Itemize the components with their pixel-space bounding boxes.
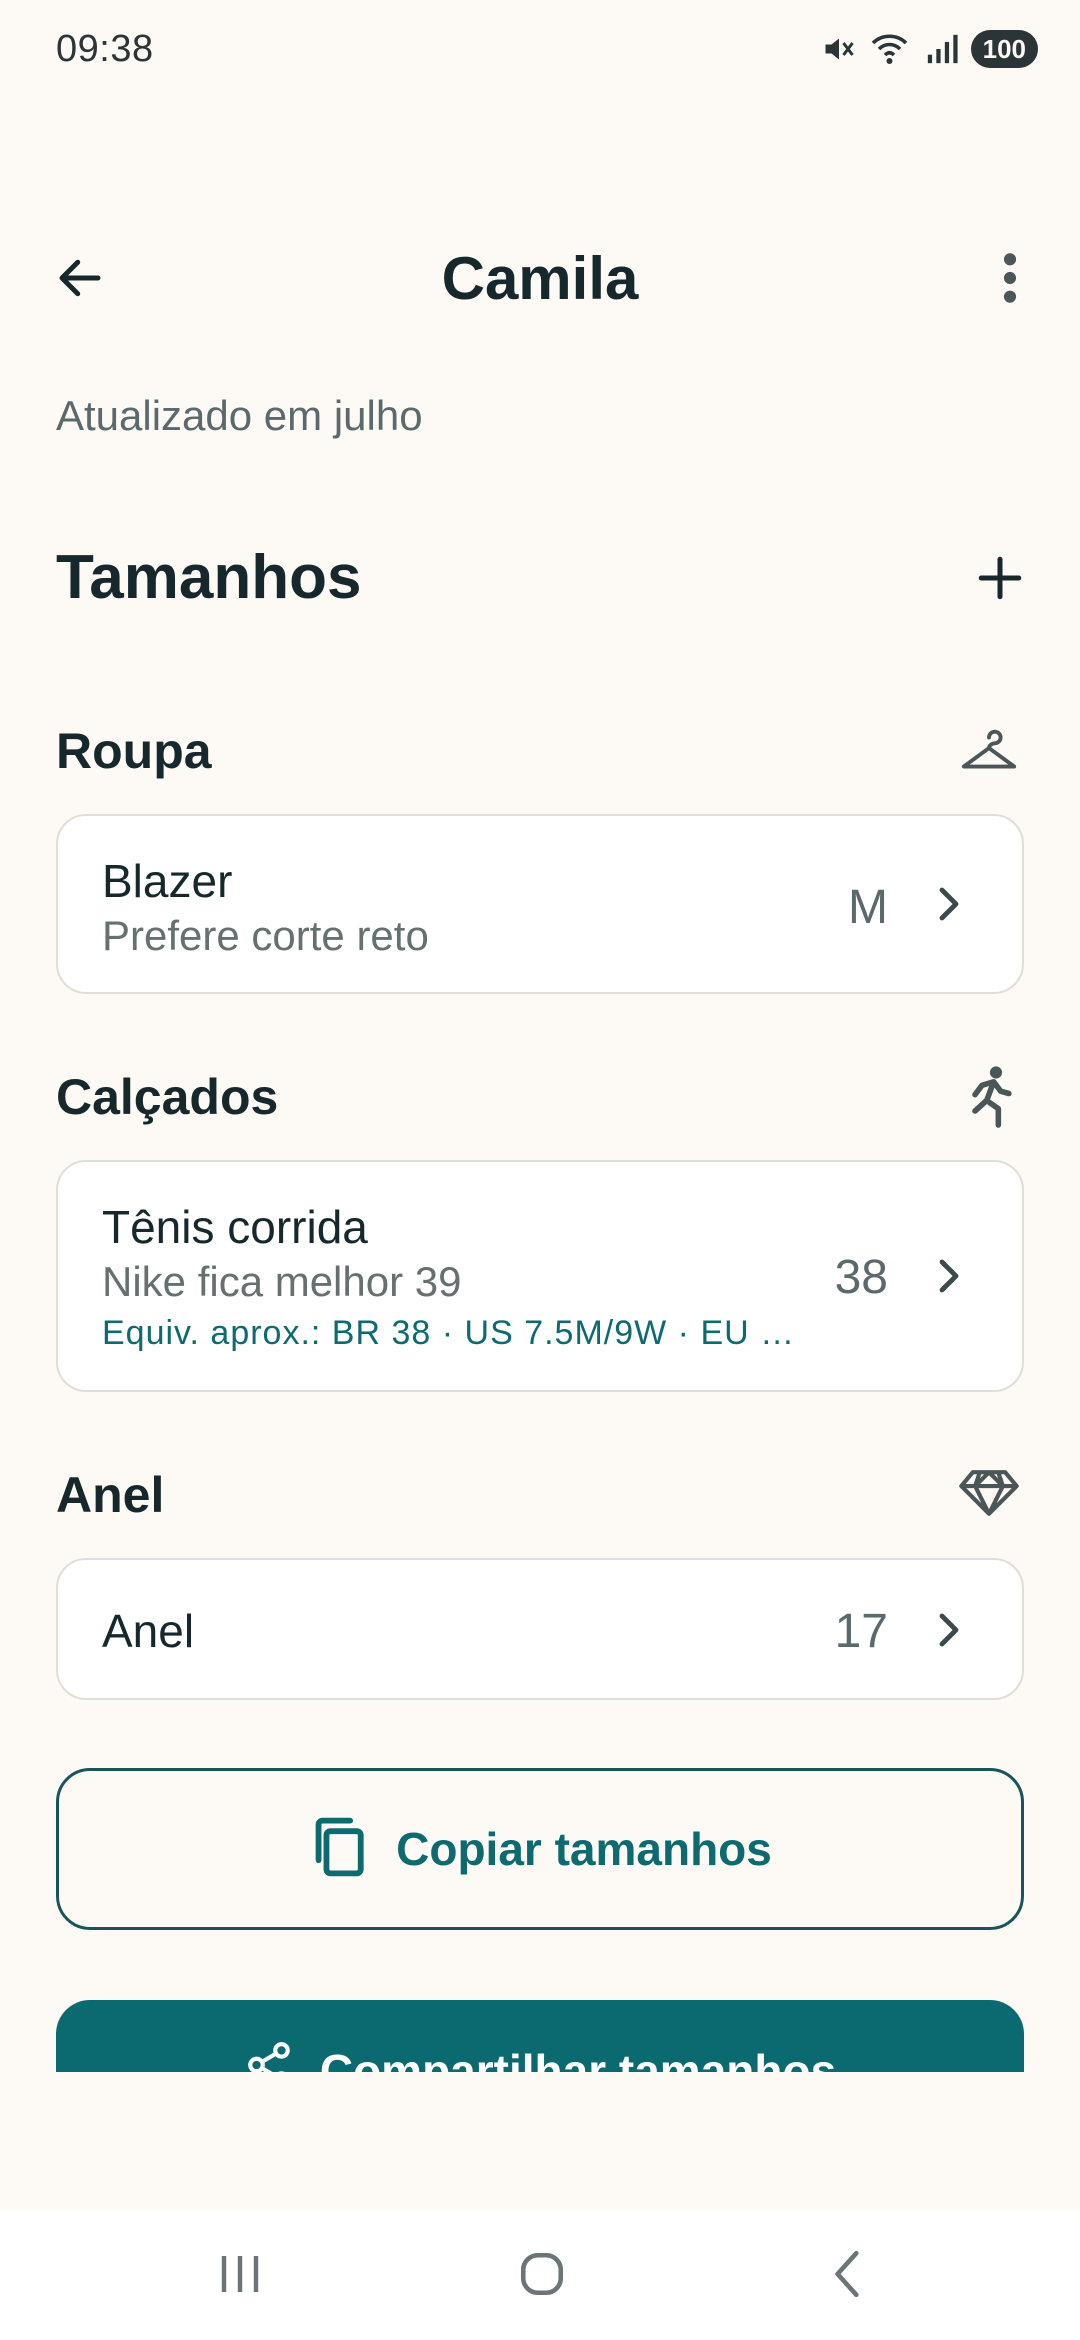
chevron-right-icon — [928, 1256, 968, 1296]
chevron-left-icon — [830, 2249, 866, 2304]
card-equivalence: Equiv. aprox.: BR 38 · US 7.5M/9W · EU … — [102, 1314, 796, 1352]
status-time: 09:38 — [56, 28, 154, 70]
home-button[interactable] — [502, 2246, 582, 2306]
card-size-value: M — [848, 881, 888, 934]
share-sizes-label: Compartilhar tamanhos — [319, 2044, 837, 2073]
chevron-right-icon — [928, 884, 968, 924]
recent-apps-icon — [216, 2252, 264, 2301]
copy-icon — [308, 1815, 366, 1884]
signal-icon — [925, 32, 959, 66]
share-sizes-button[interactable]: Compartilhar tamanhos — [56, 2000, 1024, 2072]
mute-icon — [821, 31, 857, 67]
status-icons: 100 — [821, 30, 1038, 68]
back-nav-button[interactable] — [808, 2246, 888, 2306]
top-app-bar: Camila — [0, 220, 1080, 340]
hanger-icon — [954, 716, 1024, 786]
page-title: Camila — [441, 245, 639, 312]
copy-sizes-button[interactable]: Copiar tamanhos — [56, 1768, 1024, 1930]
system-navigation-bar — [0, 2210, 1080, 2340]
sizes-heading: Tamanhos — [56, 543, 362, 612]
card-title: Blazer — [102, 855, 233, 907]
add-size-button[interactable] — [960, 540, 1040, 620]
battery-icon: 100 — [970, 30, 1038, 68]
size-card-tenis[interactable]: Tênis corrida Nike fica melhor 39 Equiv.… — [56, 1160, 1024, 1392]
more-vertical-icon — [1000, 250, 1020, 311]
card-title: Anel — [102, 1605, 195, 1657]
wifi-icon — [869, 31, 913, 67]
card-title: Tênis corrida — [102, 1201, 368, 1253]
updated-text: Atualizado em julho — [56, 392, 423, 439]
chevron-right-icon — [928, 1610, 968, 1650]
diamond-icon — [954, 1458, 1024, 1528]
category-label-roupa: Roupa — [56, 723, 212, 779]
category-label-anel: Anel — [56, 1467, 165, 1523]
home-icon — [517, 2249, 567, 2304]
status-bar: 09:38 100 — [0, 0, 1080, 100]
running-icon — [954, 1062, 1024, 1132]
share-icon — [244, 2040, 294, 2072]
card-size-value: 38 — [834, 1251, 888, 1304]
recent-apps-button[interactable] — [200, 2246, 280, 2306]
more-options-button[interactable] — [970, 240, 1050, 320]
copy-sizes-label: Copiar tamanhos — [396, 1823, 772, 1875]
category-label-calcados: Calçados — [56, 1069, 279, 1125]
size-card-blazer[interactable]: Blazer Prefere corte reto M — [56, 814, 1024, 994]
card-subtitle: Nike fica melhor 39 — [102, 1258, 462, 1305]
plus-icon — [975, 553, 1025, 608]
card-size-value: 17 — [834, 1605, 888, 1658]
card-subtitle: Prefere corte reto — [102, 912, 429, 959]
size-card-anel[interactable]: Anel 17 — [56, 1558, 1024, 1700]
